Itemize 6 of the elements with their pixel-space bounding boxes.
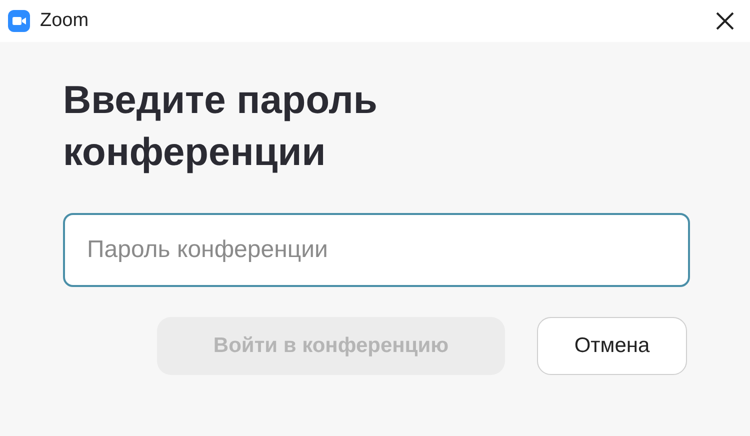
password-field[interactable]: Пароль конференции — [63, 213, 690, 287]
app-logo-icon — [8, 10, 30, 32]
cancel-button[interactable]: Отмена — [537, 317, 687, 375]
close-icon — [715, 11, 735, 31]
heading: Введите пароль конференции — [63, 78, 378, 176]
window-title: Zoom — [40, 8, 89, 33]
